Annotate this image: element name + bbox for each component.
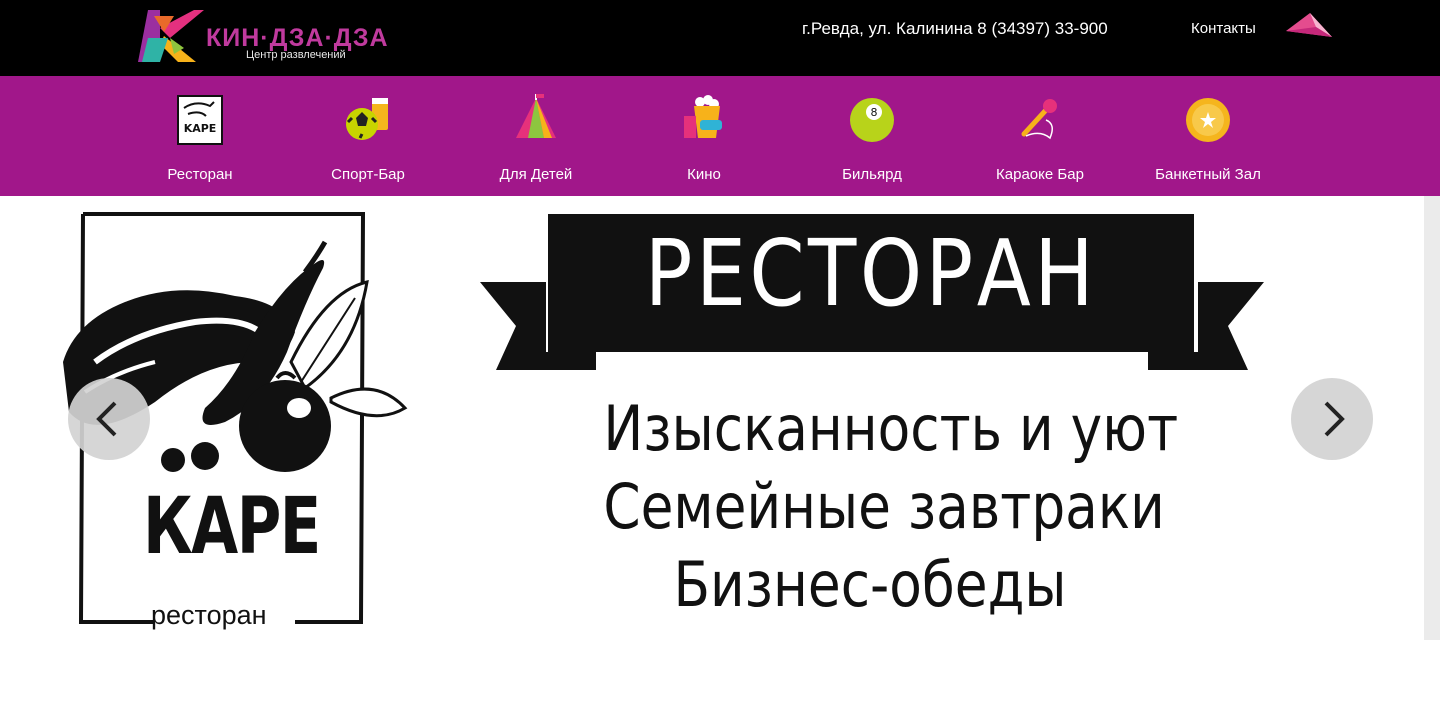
nav-label: Кино (687, 166, 721, 183)
nav-item-karaoke[interactable]: Караоке Бар (956, 76, 1124, 196)
contacts-link[interactable]: Контакты (1191, 20, 1256, 37)
logo-mark-icon (138, 10, 204, 62)
tagline-line: Изысканность и уют (603, 392, 1179, 465)
site-logo[interactable]: КИН·ДЗА·ДЗА Центр развлечений (134, 8, 389, 64)
hero-slider: КАРЕ ресторан РЕСТОРАН Изысканность и ую… (0, 196, 1424, 640)
slider-next-button[interactable] (1291, 378, 1373, 460)
nav-label: Для Детей (499, 166, 573, 183)
kare-subtitle: ресторан (151, 600, 267, 630)
paper-plane-icon[interactable] (1284, 11, 1334, 41)
top-bar: КИН·ДЗА·ДЗА Центр развлечений г.Ревда, у… (0, 0, 1440, 76)
banquet-badge-icon (1186, 98, 1230, 142)
category-nav: KAPE Ресторан Спорт-Бар Для Детей Кино 8… (0, 76, 1440, 196)
ribbon-title: РЕСТОРАН (644, 220, 1098, 327)
logo-subtitle: Центр развлечений (246, 49, 346, 61)
kids-tent-icon (516, 94, 556, 138)
nav-label: Банкетный Зал (1155, 166, 1261, 183)
chevron-left-icon (96, 401, 117, 437)
kare-title: КАРЕ (143, 482, 321, 572)
nav-item-kids[interactable]: Для Детей (452, 76, 620, 196)
nav-item-restaurant[interactable]: KAPE Ресторан (116, 76, 284, 196)
restaurant-icon: KAPE (177, 95, 223, 145)
nav-label: Спорт-Бар (331, 166, 405, 183)
slider-prev-button[interactable] (68, 378, 150, 460)
nav-label: Бильярд (842, 166, 902, 183)
billiard-ball-icon: 8 (850, 98, 894, 142)
cinema-popcorn-icon (684, 95, 722, 138)
nav-label: Ресторан (167, 166, 233, 183)
nav-item-billiard[interactable]: 8 Бильярд (788, 76, 956, 196)
tagline-line: Семейные завтраки (603, 470, 1165, 543)
svg-text:KAPE: KAPE (184, 122, 217, 135)
svg-text:8: 8 (871, 106, 878, 119)
nav-item-sport-bar[interactable]: Спорт-Бар (284, 76, 452, 196)
page-side-strip (1424, 196, 1440, 640)
chevron-right-icon (1324, 401, 1345, 437)
tagline-line: Бизнес-обеды (673, 548, 1067, 621)
nav-label: Караоке Бар (996, 166, 1084, 183)
address-phone: г.Ревда, ул. Калинина 8 (34397) 33-900 (802, 19, 1108, 38)
karaoke-microphone-icon (1021, 99, 1057, 140)
nav-item-banquet[interactable]: Банкетный Зал (1124, 76, 1292, 196)
nav-item-cinema[interactable]: Кино (620, 76, 788, 196)
sport-bar-icon (346, 98, 388, 140)
